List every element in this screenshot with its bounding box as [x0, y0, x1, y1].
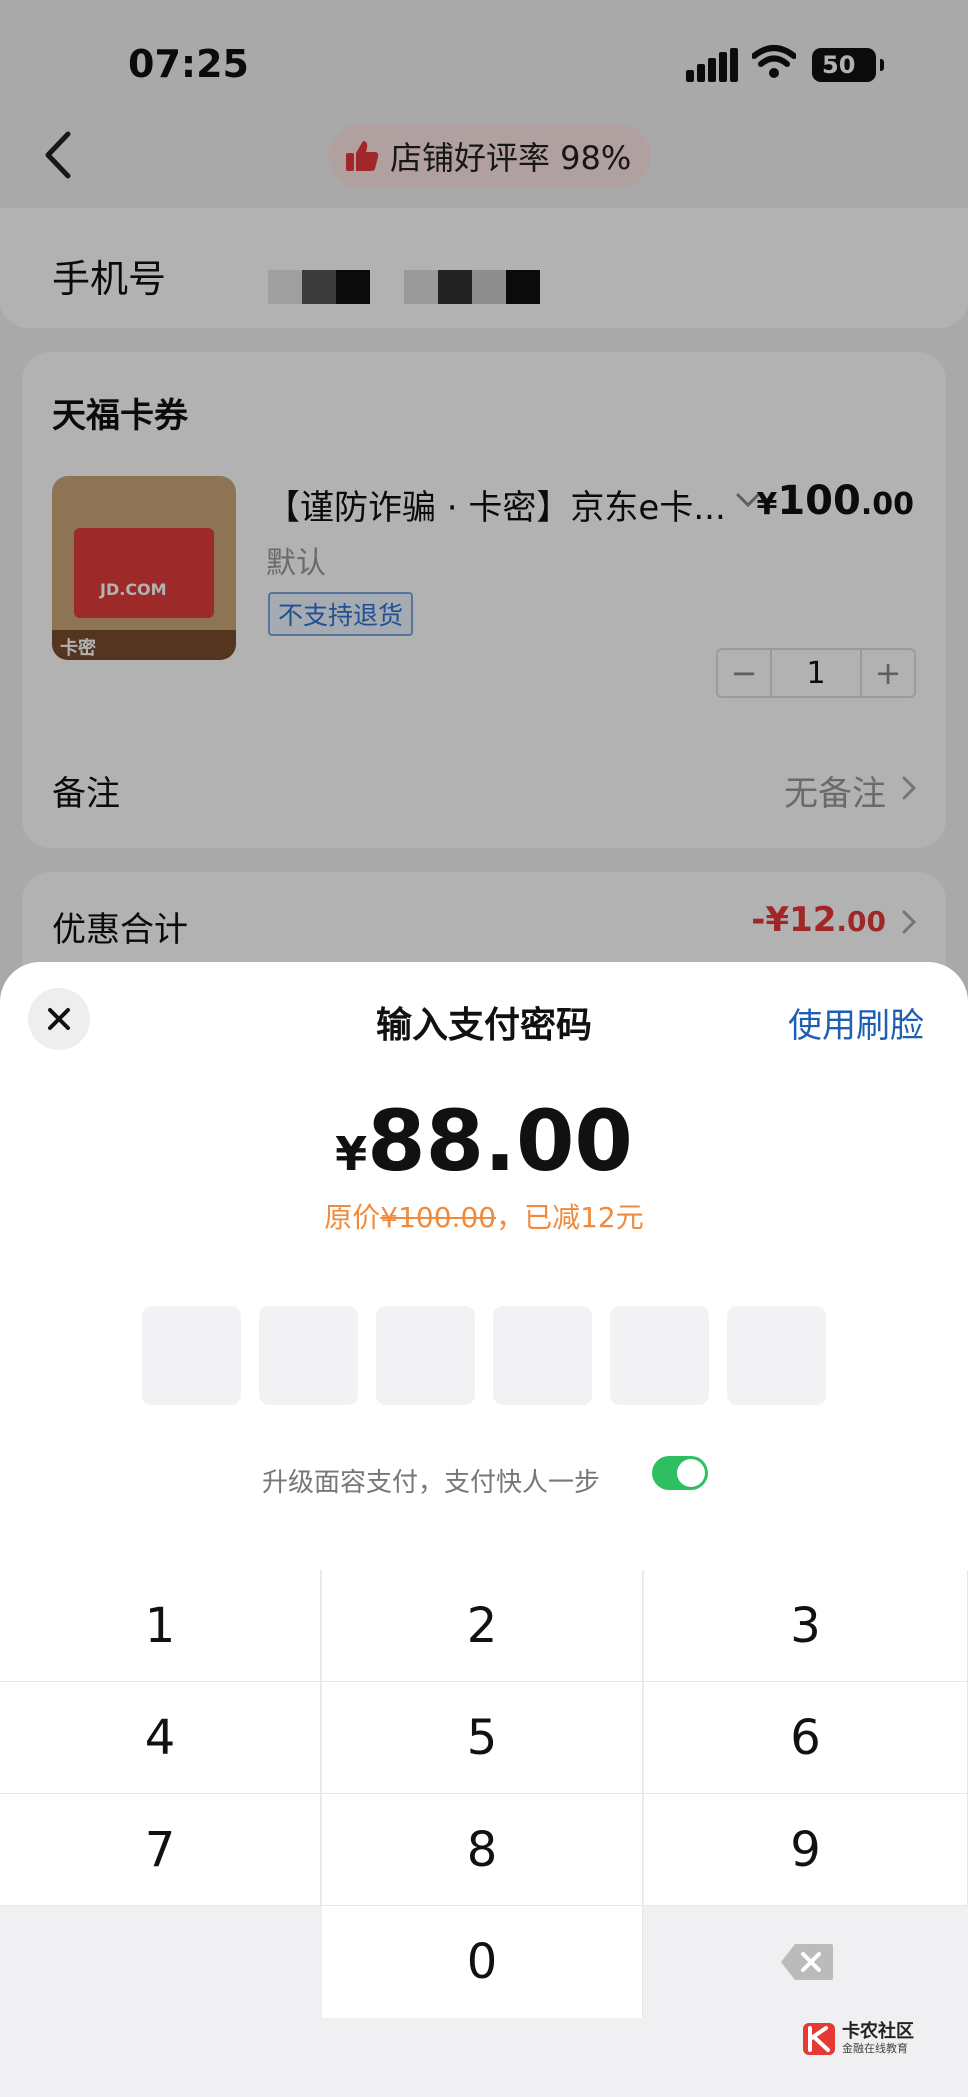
key-2[interactable]: 2: [322, 1570, 643, 1682]
watermark-subtitle: 金融在线教育: [842, 2042, 908, 2055]
backspace-icon: [781, 1944, 833, 1980]
use-face-pay-link[interactable]: 使用刷脸: [788, 998, 924, 1047]
payment-password-sheet: 输入支付密码 使用刷脸 ¥88.00 原价¥100.00，已减12元 升级面容支…: [0, 962, 968, 2097]
key-3[interactable]: 3: [644, 1570, 968, 1682]
password-digit-box[interactable]: [376, 1306, 475, 1405]
key-5[interactable]: 5: [322, 1682, 643, 1794]
key-8[interactable]: 8: [322, 1794, 643, 1906]
kanong-logo-icon: [803, 2023, 835, 2055]
payment-amount: ¥88.00: [335, 1092, 633, 1190]
watermark-title: 卡农社区: [842, 2021, 914, 2042]
password-digit-box[interactable]: [727, 1306, 826, 1405]
watermark: 卡农社区 金融在线教育: [802, 2022, 914, 2056]
password-input[interactable]: [142, 1306, 826, 1405]
key-6[interactable]: 6: [644, 1682, 968, 1794]
delete-key[interactable]: [646, 1906, 968, 2018]
password-digit-box[interactable]: [259, 1306, 358, 1405]
password-digit-box[interactable]: [142, 1306, 241, 1405]
face-pay-upgrade-text: 升级面容支付，支付快人一步: [262, 1468, 601, 1498]
key-7[interactable]: 7: [0, 1794, 321, 1906]
numeric-keypad: 1 2 3 4 5 6 7 8 9 0: [0, 1570, 968, 2097]
original-price-line: 原价¥100.00，已减12元: [324, 1201, 644, 1234]
key-0[interactable]: 0: [322, 1906, 643, 2018]
password-digit-box[interactable]: [493, 1306, 592, 1405]
key-9[interactable]: 9: [644, 1794, 968, 1906]
key-4[interactable]: 4: [0, 1682, 321, 1794]
face-pay-toggle[interactable]: [652, 1456, 708, 1490]
key-1[interactable]: 1: [0, 1570, 321, 1682]
password-digit-box[interactable]: [610, 1306, 709, 1405]
